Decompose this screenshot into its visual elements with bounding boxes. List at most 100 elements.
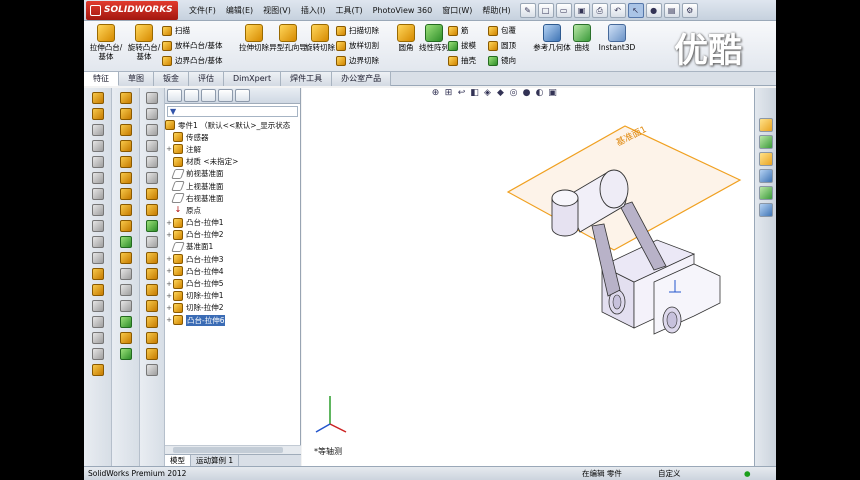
- toolbar-feature-icon[interactable]: [119, 332, 132, 344]
- toolbar-feature-icon[interactable]: [119, 172, 132, 184]
- solidworks-resources-icon[interactable]: [758, 118, 773, 132]
- expand-toggle[interactable]: +: [165, 267, 173, 275]
- toolbar-feature-icon[interactable]: [146, 348, 158, 360]
- tree-item[interactable]: + 切除-拉伸1: [165, 290, 300, 302]
- toolbar-feature-icon[interactable]: [119, 348, 132, 360]
- toolbar-feature-icon[interactable]: [119, 284, 132, 296]
- toolbar-feature-icon[interactable]: [146, 92, 158, 104]
- toolbar-feature-icon[interactable]: [91, 236, 104, 248]
- expand-toggle[interactable]: +: [165, 280, 173, 288]
- toolbar-feature-icon[interactable]: [119, 220, 132, 232]
- status-units[interactable]: 自定义: [658, 467, 681, 480]
- toolbar-feature-icon[interactable]: [91, 332, 104, 344]
- feature-filter-icon[interactable]: ▼: [167, 106, 298, 117]
- toolbar-feature-icon[interactable]: [146, 124, 158, 136]
- toolbar-feature-icon[interactable]: [91, 284, 104, 296]
- toolbar-feature-icon[interactable]: [91, 124, 104, 136]
- toolbar-feature-icon[interactable]: [91, 348, 104, 360]
- dimxpert-manager-tab-icon[interactable]: [218, 89, 233, 102]
- toolbar-feature-icon[interactable]: [119, 108, 132, 120]
- tree-item[interactable]: 右视基准面: [165, 192, 300, 204]
- menu-edit[interactable]: 编辑(E): [221, 0, 258, 21]
- toolbar-feature-icon[interactable]: [91, 220, 104, 232]
- toolbar-feature-icon[interactable]: [146, 140, 158, 152]
- expand-toggle[interactable]: +: [165, 316, 173, 324]
- tree-item[interactable]: + 凸台-拉伸3: [165, 253, 300, 265]
- toolbar-feature-icon[interactable]: [146, 268, 158, 280]
- expand-toggle[interactable]: +: [165, 219, 173, 227]
- select-icon[interactable]: ↖: [627, 2, 644, 18]
- toolbar-feature-icon[interactable]: [119, 236, 132, 248]
- toolbar-feature-icon[interactable]: [119, 188, 132, 200]
- tree-item[interactable]: + 凸台-拉伸4: [165, 265, 300, 277]
- menu-tools[interactable]: 工具(T): [330, 0, 367, 21]
- rib-button[interactable]: 筋: [448, 23, 476, 38]
- menu-photoview[interactable]: PhotoView 360: [368, 0, 438, 21]
- cylinder-end-right[interactable]: [599, 169, 629, 209]
- tree-item[interactable]: 上视基准面: [165, 180, 300, 192]
- expand-toggle[interactable]: +: [165, 304, 173, 312]
- tree-item[interactable]: + 凸台-拉伸5: [165, 277, 300, 289]
- appearances-icon[interactable]: [758, 203, 773, 217]
- expand-toggle[interactable]: +: [165, 255, 173, 263]
- file-properties-icon[interactable]: ▤: [663, 2, 680, 18]
- toolbar-feature-icon[interactable]: [91, 252, 104, 264]
- menu-window[interactable]: 窗口(W): [437, 0, 477, 21]
- tree-item[interactable]: 前视基准面: [165, 168, 300, 180]
- options-icon[interactable]: ⚙: [681, 2, 698, 18]
- solidworks-logo[interactable]: SOLIDWORKS: [86, 0, 178, 20]
- rebuild-icon[interactable]: ●: [645, 2, 662, 18]
- expand-toggle[interactable]: +: [165, 145, 173, 153]
- toolbar-feature-icon[interactable]: [91, 188, 104, 200]
- toolbar-feature-icon[interactable]: [119, 300, 132, 312]
- instant3d-button[interactable]: Instant3D: [594, 24, 640, 52]
- menu-view[interactable]: 视图(V): [258, 0, 296, 21]
- tab-model[interactable]: 模型: [165, 455, 191, 466]
- tab-evaluate[interactable]: 评估: [189, 72, 224, 86]
- toolbar-feature-icon[interactable]: [119, 268, 132, 280]
- tab-sheet-metal[interactable]: 钣金: [154, 72, 189, 86]
- toolbar-feature-icon[interactable]: [119, 92, 132, 104]
- boss-cylinder-top[interactable]: [551, 189, 579, 207]
- toolbar-feature-icon[interactable]: [146, 364, 158, 376]
- revolved-boss-button[interactable]: 旋转凸台/基体: [124, 24, 164, 61]
- tree-item[interactable]: + 凸台-拉伸6: [165, 314, 300, 326]
- toolbar-feature-icon[interactable]: [119, 124, 132, 136]
- wrap-button[interactable]: 包覆: [488, 23, 516, 38]
- shell-button[interactable]: 抽壳: [448, 53, 476, 68]
- swept-cut-button[interactable]: 扫描切除: [336, 23, 379, 38]
- toolbar-feature-icon[interactable]: [146, 236, 158, 248]
- toolbar-feature-icon[interactable]: [119, 140, 132, 152]
- print-icon[interactable]: ⎙: [591, 2, 608, 18]
- toolbar-feature-icon[interactable]: [91, 316, 104, 328]
- configuration-manager-tab-icon[interactable]: [201, 89, 216, 102]
- tab-sketch[interactable]: 草图: [119, 72, 154, 86]
- toolbar-feature-icon[interactable]: [146, 188, 158, 200]
- toolbar-feature-icon[interactable]: [146, 204, 158, 216]
- tab-office-products[interactable]: 办公室产品: [332, 72, 392, 86]
- toolbar-feature-icon[interactable]: [91, 156, 104, 168]
- open-icon[interactable]: ▭: [555, 2, 572, 18]
- menu-insert[interactable]: 插入(I): [296, 0, 331, 21]
- menu-file[interactable]: 文件(F): [184, 0, 221, 21]
- save-icon[interactable]: ▣: [573, 2, 590, 18]
- toolbar-feature-icon[interactable]: [146, 220, 158, 232]
- undo-icon[interactable]: ↶: [609, 2, 626, 18]
- expand-toggle[interactable]: +: [165, 231, 173, 239]
- horizontal-scrollbar[interactable]: [165, 445, 301, 454]
- mirror-button[interactable]: 镜向: [488, 53, 516, 68]
- tree-item[interactable]: ↓ 原点: [165, 204, 300, 216]
- tree-item[interactable]: + 凸台-拉伸1: [165, 217, 300, 229]
- property-manager-tab-icon[interactable]: [184, 89, 199, 102]
- toolbar-feature-icon[interactable]: [146, 284, 158, 296]
- toolbar-feature-icon[interactable]: [146, 300, 158, 312]
- boundary-boss-button[interactable]: 边界凸台/基体: [162, 53, 223, 68]
- toolbar-feature-icon[interactable]: [119, 252, 132, 264]
- tab-features[interactable]: 特征: [84, 72, 119, 86]
- search-icon[interactable]: [758, 169, 773, 183]
- toolbar-feature-icon[interactable]: [146, 332, 158, 344]
- expand-toggle[interactable]: +: [165, 292, 173, 300]
- extruded-boss-button[interactable]: 拉伸凸台/基体: [86, 24, 126, 61]
- toolbar-feature-icon[interactable]: [91, 172, 104, 184]
- revolved-cut-button[interactable]: 旋转切除: [300, 24, 340, 52]
